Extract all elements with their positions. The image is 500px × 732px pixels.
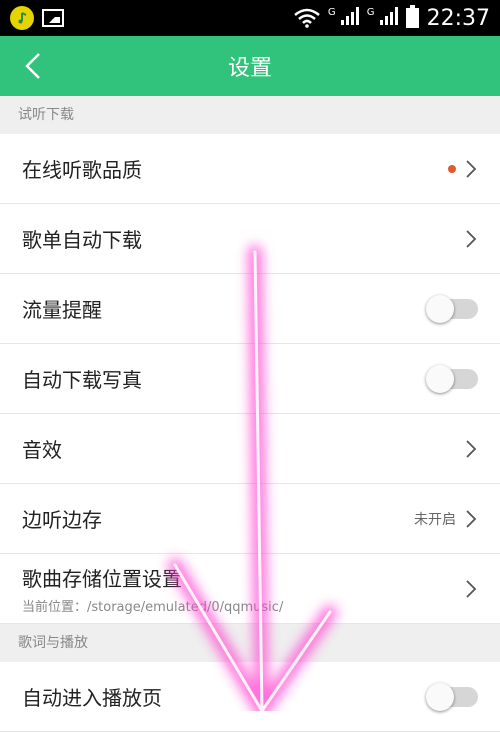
page-title: 设置	[227, 56, 272, 81]
toggle-knob	[426, 682, 454, 711]
setting-data-reminder: 流量提醒	[0, 274, 500, 344]
chevron-right-icon	[464, 578, 478, 600]
setting-playlist-auto-download[interactable]: 歌单自动下载	[0, 204, 500, 274]
signal-bars-icon	[379, 7, 398, 25]
chevron-right-icon	[464, 158, 478, 180]
setting-subtitle: 当前位置：/storage/emulated/0/qqmusic/	[22, 599, 284, 615]
auto-download-photos-toggle[interactable]	[426, 364, 478, 393]
app-header: 设置	[0, 36, 500, 96]
setting-storage-location[interactable]: 歌曲存储位置设置 当前位置：/storage/emulated/0/qqmusi…	[0, 554, 500, 624]
setting-label: 在线听歌品质	[22, 158, 142, 182]
section-header-lyrics-playback: 歌词与播放	[0, 624, 500, 662]
setting-label: 自动下载写真	[22, 368, 142, 392]
data-reminder-toggle[interactable]	[426, 294, 478, 323]
section-header-audition-download: 试听下载	[0, 96, 500, 134]
setting-label: 流量提醒	[22, 298, 102, 322]
chevron-right-icon	[464, 508, 478, 530]
setting-online-quality[interactable]: 在线听歌品质	[0, 134, 500, 204]
setting-listen-while-saving[interactable]: 边听边存 未开启	[0, 484, 500, 554]
chevron-right-icon	[464, 228, 478, 250]
signal-bars-icon	[340, 7, 359, 25]
wifi-icon	[294, 8, 320, 28]
network-type-label-2: G	[366, 7, 375, 18]
setting-label: 自动进入播放页	[22, 686, 162, 710]
setting-sound-effects[interactable]: 音效	[0, 414, 500, 484]
setting-label: 边听边存	[22, 508, 102, 532]
battery-icon	[405, 5, 419, 28]
toggle-knob	[426, 294, 454, 323]
network-type-label-1: G	[327, 7, 336, 18]
qq-music-app-icon	[10, 6, 34, 30]
setting-auto-enter-player: 自动进入播放页	[0, 662, 500, 732]
chevron-right-icon	[464, 438, 478, 460]
chevron-left-icon	[25, 53, 40, 79]
back-button[interactable]	[18, 51, 48, 81]
auto-enter-player-toggle[interactable]	[426, 682, 478, 711]
setting-auto-download-photos: 自动下载写真	[0, 344, 500, 414]
setting-value: 未开启	[414, 511, 456, 528]
setting-text: 歌曲存储位置设置 当前位置：/storage/emulated/0/qqmusi…	[22, 563, 464, 615]
setting-label: 音效	[22, 438, 62, 462]
status-bar: G G 22:37	[0, 0, 500, 36]
image-notification-icon	[42, 9, 64, 27]
setting-label: 歌单自动下载	[22, 228, 142, 252]
signal-2: G	[367, 7, 398, 29]
toggle-knob	[426, 364, 454, 393]
new-indicator-dot	[448, 164, 456, 173]
signal-1: G	[328, 7, 359, 29]
setting-label: 歌曲存储位置设置	[22, 566, 182, 591]
status-time: 22:37	[426, 5, 490, 31]
